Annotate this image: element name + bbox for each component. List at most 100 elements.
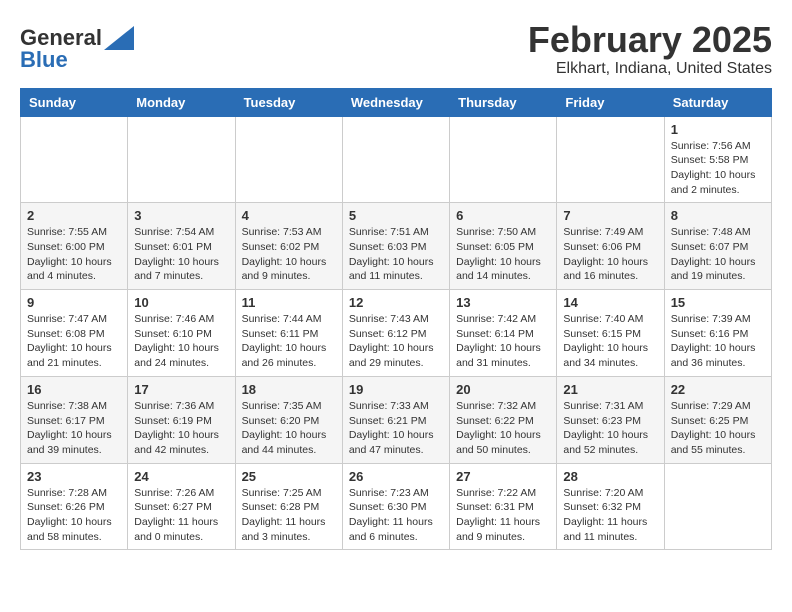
day-info: Sunrise: 7:40 AM Sunset: 6:15 PM Dayligh… (563, 312, 657, 371)
calendar-cell: 14 Sunrise: 7:40 AM Sunset: 6:15 PM Dayli… (557, 290, 664, 377)
day-info: Sunrise: 7:53 AM Sunset: 6:02 PM Dayligh… (242, 225, 336, 284)
day-info: Sunrise: 7:26 AM Sunset: 6:27 PM Dayligh… (134, 486, 228, 545)
weekday-header-sunday: Sunday (21, 88, 128, 116)
weekday-header-wednesday: Wednesday (342, 88, 449, 116)
day-number: 3 (134, 208, 228, 223)
day-info: Sunrise: 7:25 AM Sunset: 6:28 PM Dayligh… (242, 486, 336, 545)
day-number: 17 (134, 382, 228, 397)
calendar-cell: 26 Sunrise: 7:23 AM Sunset: 6:30 PM Dayli… (342, 463, 449, 550)
day-info: Sunrise: 7:54 AM Sunset: 6:01 PM Dayligh… (134, 225, 228, 284)
day-info: Sunrise: 7:35 AM Sunset: 6:20 PM Dayligh… (242, 399, 336, 458)
calendar-cell (128, 116, 235, 203)
day-number: 21 (563, 382, 657, 397)
day-number: 25 (242, 469, 336, 484)
day-number: 23 (27, 469, 121, 484)
day-number: 14 (563, 295, 657, 310)
weekday-header-tuesday: Tuesday (235, 88, 342, 116)
calendar-cell: 1 Sunrise: 7:56 AM Sunset: 5:58 PM Daylig… (664, 116, 771, 203)
day-number: 18 (242, 382, 336, 397)
day-info: Sunrise: 7:22 AM Sunset: 6:31 PM Dayligh… (456, 486, 550, 545)
calendar-cell: 2 Sunrise: 7:55 AM Sunset: 6:00 PM Daylig… (21, 203, 128, 290)
day-info: Sunrise: 7:51 AM Sunset: 6:03 PM Dayligh… (349, 225, 443, 284)
day-number: 9 (27, 295, 121, 310)
calendar-cell: 12 Sunrise: 7:43 AM Sunset: 6:12 PM Dayli… (342, 290, 449, 377)
calendar-cell: 3 Sunrise: 7:54 AM Sunset: 6:01 PM Daylig… (128, 203, 235, 290)
calendar-cell (664, 463, 771, 550)
day-number: 7 (563, 208, 657, 223)
calendar-cell: 7Sunrise: 7:49 AM Sunset: 6:06 PM Daylig… (557, 203, 664, 290)
calendar-cell: 5 Sunrise: 7:51 AM Sunset: 6:03 PM Daylig… (342, 203, 449, 290)
day-number: 20 (456, 382, 550, 397)
day-number: 13 (456, 295, 550, 310)
day-number: 12 (349, 295, 443, 310)
calendar-cell: 11 Sunrise: 7:44 AM Sunset: 6:11 PM Dayli… (235, 290, 342, 377)
day-number: 1 (671, 122, 765, 137)
calendar-cell: 6 Sunrise: 7:50 AM Sunset: 6:05 PM Daylig… (450, 203, 557, 290)
day-number: 6 (456, 208, 550, 223)
calendar-cell (235, 116, 342, 203)
day-number: 5 (349, 208, 443, 223)
day-info: Sunrise: 7:31 AM Sunset: 6:23 PM Dayligh… (563, 399, 657, 458)
day-number: 26 (349, 469, 443, 484)
calendar-cell: 9 Sunrise: 7:47 AM Sunset: 6:08 PM Daylig… (21, 290, 128, 377)
calendar-cell (342, 116, 449, 203)
calendar-cell: 4 Sunrise: 7:53 AM Sunset: 6:02 PM Daylig… (235, 203, 342, 290)
calendar-cell: 25 Sunrise: 7:25 AM Sunset: 6:28 PM Dayli… (235, 463, 342, 550)
day-info: Sunrise: 7:48 AM Sunset: 6:07 PM Dayligh… (671, 225, 765, 284)
calendar-cell: 16 Sunrise: 7:38 AM Sunset: 6:17 PM Dayli… (21, 376, 128, 463)
day-number: 15 (671, 295, 765, 310)
day-number: 11 (242, 295, 336, 310)
calendar-cell: 18 Sunrise: 7:35 AM Sunset: 6:20 PM Dayli… (235, 376, 342, 463)
calendar-cell (557, 116, 664, 203)
calendar-cell: 8 Sunrise: 7:48 AM Sunset: 6:07 PM Daylig… (664, 203, 771, 290)
weekday-header-saturday: Saturday (664, 88, 771, 116)
day-number: 22 (671, 382, 765, 397)
day-info: Sunrise: 7:56 AM Sunset: 5:58 PM Dayligh… (671, 139, 765, 198)
day-info: Sunrise: 7:55 AM Sunset: 6:00 PM Dayligh… (27, 225, 121, 284)
day-number: 27 (456, 469, 550, 484)
logo-blue-text: Blue (20, 47, 68, 73)
day-info: Sunrise: 7:36 AM Sunset: 6:19 PM Dayligh… (134, 399, 228, 458)
calendar-cell: 19 Sunrise: 7:33 AM Sunset: 6:21 PM Dayli… (342, 376, 449, 463)
day-info: Sunrise: 7:29 AM Sunset: 6:25 PM Dayligh… (671, 399, 765, 458)
day-info: Sunrise: 7:42 AM Sunset: 6:14 PM Dayligh… (456, 312, 550, 371)
day-info: Sunrise: 7:44 AM Sunset: 6:11 PM Dayligh… (242, 312, 336, 371)
calendar-cell: 13 Sunrise: 7:42 AM Sunset: 6:14 PM Dayli… (450, 290, 557, 377)
day-number: 8 (671, 208, 765, 223)
calendar-cell: 24 Sunrise: 7:26 AM Sunset: 6:27 PM Dayli… (128, 463, 235, 550)
day-info: Sunrise: 7:39 AM Sunset: 6:16 PM Dayligh… (671, 312, 765, 371)
calendar-cell: 17 Sunrise: 7:36 AM Sunset: 6:19 PM Dayli… (128, 376, 235, 463)
day-number: 4 (242, 208, 336, 223)
calendar-cell: 10 Sunrise: 7:46 AM Sunset: 6:10 PM Dayli… (128, 290, 235, 377)
day-number: 16 (27, 382, 121, 397)
calendar-table: SundayMondayTuesdayWednesdayThursdayFrid… (20, 88, 772, 551)
day-info: Sunrise: 7:38 AM Sunset: 6:17 PM Dayligh… (27, 399, 121, 458)
calendar-cell: 27 Sunrise: 7:22 AM Sunset: 6:31 PM Dayli… (450, 463, 557, 550)
day-info: Sunrise: 7:20 AM Sunset: 6:32 PM Dayligh… (563, 486, 657, 545)
calendar-cell: 15 Sunrise: 7:39 AM Sunset: 6:16 PM Dayli… (664, 290, 771, 377)
calendar-cell (450, 116, 557, 203)
weekday-header-thursday: Thursday (450, 88, 557, 116)
day-number: 19 (349, 382, 443, 397)
weekday-header-friday: Friday (557, 88, 664, 116)
logo: General Blue (20, 20, 134, 73)
day-info: Sunrise: 7:50 AM Sunset: 6:05 PM Dayligh… (456, 225, 550, 284)
day-info: Sunrise: 7:23 AM Sunset: 6:30 PM Dayligh… (349, 486, 443, 545)
day-info: Sunrise: 7:43 AM Sunset: 6:12 PM Dayligh… (349, 312, 443, 371)
day-number: 28 (563, 469, 657, 484)
day-info: Sunrise: 7:47 AM Sunset: 6:08 PM Dayligh… (27, 312, 121, 371)
weekday-header-monday: Monday (128, 88, 235, 116)
day-info: Sunrise: 7:33 AM Sunset: 6:21 PM Dayligh… (349, 399, 443, 458)
calendar-cell: 21 Sunrise: 7:31 AM Sunset: 6:23 PM Dayli… (557, 376, 664, 463)
calendar-cell: 22 Sunrise: 7:29 AM Sunset: 6:25 PM Dayli… (664, 376, 771, 463)
day-info: Sunrise: 7:28 AM Sunset: 6:26 PM Dayligh… (27, 486, 121, 545)
day-number: 10 (134, 295, 228, 310)
logo-icon (104, 26, 134, 50)
calendar-cell: 23 Sunrise: 7:28 AM Sunset: 6:26 PM Dayli… (21, 463, 128, 550)
calendar-cell: 28 Sunrise: 7:20 AM Sunset: 6:32 PM Dayli… (557, 463, 664, 550)
calendar-cell (21, 116, 128, 203)
day-number: 2 (27, 208, 121, 223)
calendar-cell: 20Sunrise: 7:32 AM Sunset: 6:22 PM Dayli… (450, 376, 557, 463)
day-number: 24 (134, 469, 228, 484)
day-info: Sunrise: 7:46 AM Sunset: 6:10 PM Dayligh… (134, 312, 228, 371)
